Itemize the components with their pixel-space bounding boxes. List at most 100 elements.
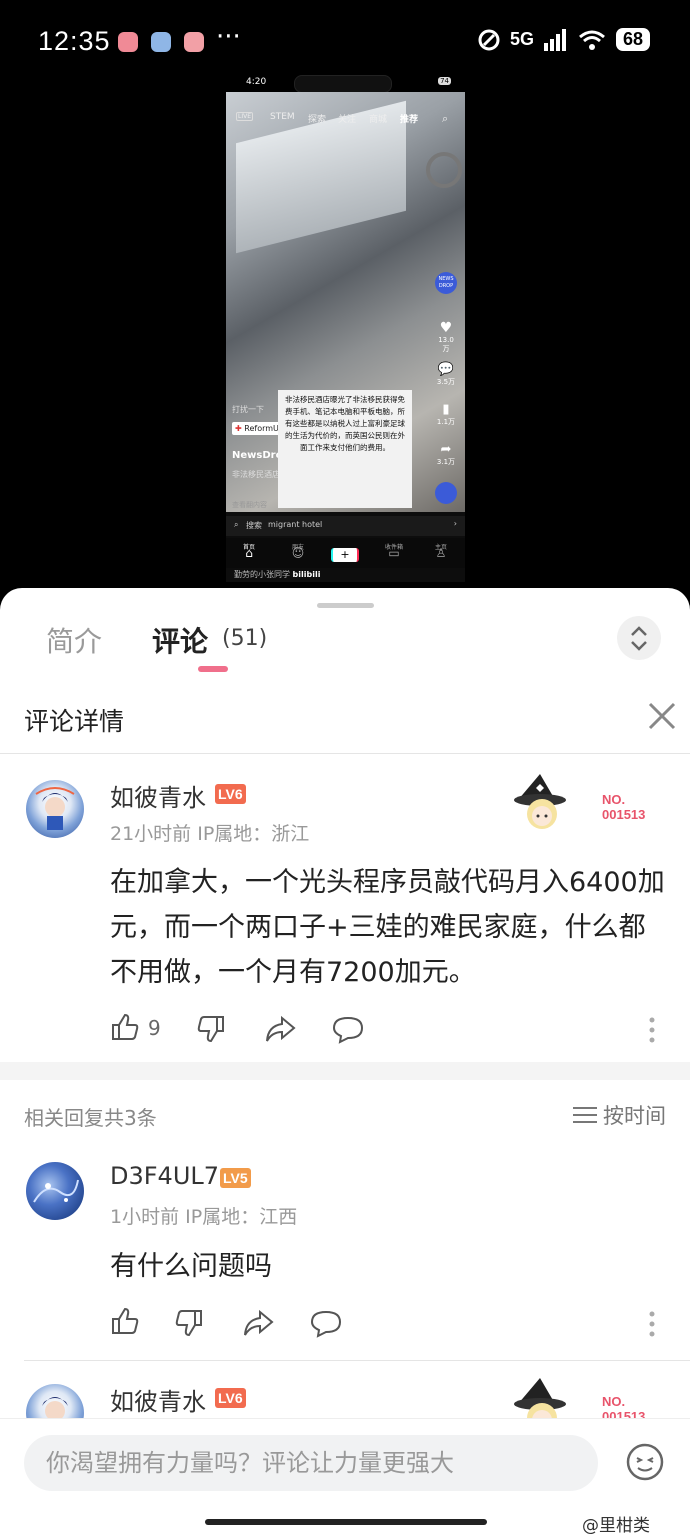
app-notification-icon: [118, 32, 138, 52]
subtitle-overlay: 非法移民酒店曝光了非法移民获得免费手机、笔记本电脑和平板电脑，所有这些都是以纳税…: [278, 390, 412, 508]
active-tab-indicator: [198, 666, 228, 672]
video-like[interactable]: ♥ 13.0万: [435, 320, 457, 354]
video-tab[interactable]: 探索: [308, 112, 326, 125]
reply-icon[interactable]: [332, 1014, 364, 1044]
video-tab[interactable]: 商城: [369, 112, 387, 125]
app-notification-icon: [151, 32, 171, 52]
news-drop-avatar[interactable]: NEWS DROP: [435, 272, 457, 294]
reply-text: 有什么问题吗: [110, 1251, 272, 1282]
tab-comments[interactable]: 评论: [152, 620, 208, 660]
search-icon: ⌕: [234, 520, 239, 529]
app-notification-icon: [184, 32, 204, 52]
tab-intro[interactable]: 简介: [46, 620, 102, 660]
fan-badge-number: NO. 001513: [602, 792, 646, 822]
dislike-icon[interactable]: [196, 1014, 226, 1044]
video-tab[interactable]: 关注: [338, 112, 356, 125]
video-comment[interactable]: 💬 3.5万: [435, 362, 457, 387]
reply-username[interactable]: D3F4UL7: [110, 1162, 219, 1190]
chevron-right-icon: ›: [453, 519, 457, 528]
ceiling-lamp-image: [426, 152, 462, 188]
divider: [24, 1360, 690, 1361]
video-tab[interactable]: STEM: [270, 112, 295, 122]
like-icon[interactable]: [110, 1012, 140, 1042]
video-search-bar[interactable]: ⌕ 搜索 migrant hotel ›: [226, 516, 465, 536]
video-search-icon[interactable]: ⌕: [442, 112, 448, 126]
comment-username[interactable]: 如彼青水: [110, 778, 206, 813]
friends-icon: ☺: [291, 546, 305, 560]
anime-avatar-image: [33, 1179, 79, 1203]
expand-collapse-icon: [631, 626, 647, 651]
heart-icon: ♥: [439, 320, 453, 336]
comment-input[interactable]: 你渴望拥有力量吗？评论让力量更强大: [24, 1435, 598, 1491]
video-caption: 勤劳的小张同学 bilibili: [234, 570, 321, 579]
profile-icon: ♙: [435, 546, 447, 560]
dislike-icon[interactable]: [174, 1308, 204, 1338]
video-more[interactable]: 查看翻内容: [232, 500, 267, 510]
dynamic-island: [294, 75, 392, 93]
expand-toggle-button[interactable]: [617, 616, 661, 660]
close-icon[interactable]: [646, 700, 678, 732]
detail-title: 评论详情: [24, 707, 125, 736]
share-icon: ➦: [440, 442, 452, 457]
music-disc-icon[interactable]: [435, 482, 457, 504]
bilibili-logo: bilibili: [292, 570, 321, 579]
video-tab-active[interactable]: 推荐: [400, 112, 418, 125]
like-icon[interactable]: [110, 1306, 140, 1336]
weibo-watermark: @里柑类: [582, 1516, 650, 1536]
nav-friends[interactable]: ☺ 朋友: [283, 542, 313, 560]
replies-count: 相关回复共3条: [24, 1106, 157, 1130]
video-bottom-nav: ⌂ 首页 ☺ 朋友 + ▭ 收件箱 ♙ 主页: [226, 538, 465, 568]
nav-inbox[interactable]: ▭ 收件箱: [379, 542, 409, 560]
network-type: 5G: [509, 29, 534, 49]
drag-handle[interactable]: [317, 603, 374, 608]
video-player[interactable]: 4:20 74 LIVE STEM 探索 关注 商城 推荐 ⌕ NEWS DRO…: [226, 72, 465, 582]
bookmark-icon: ▮: [442, 402, 450, 417]
share-icon[interactable]: [264, 1014, 296, 1044]
video-share[interactable]: ➦ 3.1万: [435, 442, 457, 467]
comment-input-bar: 你渴望拥有力量吗？评论让力量更强大 @里柑类: [0, 1418, 690, 1536]
comment-panel: 简介 评论 (51) 评论详情 如彼青水 LV6 21小时前 IP属地：浙江 N…: [0, 588, 690, 1536]
live-icon[interactable]: LIVE: [236, 112, 254, 121]
nav-home[interactable]: ⌂ 首页: [234, 542, 264, 560]
emoji-icon[interactable]: [626, 1443, 664, 1481]
nav-profile[interactable]: ♙ 主页: [426, 542, 456, 560]
divider: [0, 753, 690, 754]
home-icon: ⌂: [245, 546, 253, 560]
avatar[interactable]: [26, 780, 84, 838]
video-battery: 74: [438, 77, 451, 85]
sort-by-time-button[interactable]: 按时间: [573, 1100, 666, 1130]
battery-icon: 68: [615, 28, 650, 51]
comment-meta: 21小时前 IP属地：浙江: [110, 823, 310, 845]
plus-icon: +: [331, 548, 359, 562]
flag-icon: ✚: [235, 424, 242, 433]
signal-icon: [543, 28, 566, 51]
like-count: 9: [148, 1016, 161, 1040]
section-gap: [0, 1062, 690, 1080]
more-options-icon[interactable]: [646, 1310, 658, 1338]
reply-username[interactable]: 如彼青水: [110, 1382, 206, 1417]
level-badge: LV6: [215, 784, 246, 804]
video-clock: 4:20: [246, 77, 267, 87]
clock: 12:35: [38, 26, 111, 56]
comment-count: (51): [222, 626, 268, 651]
nfc-icon: [478, 29, 500, 50]
level-badge: LV6: [215, 1388, 246, 1408]
comment-icon: 💬: [437, 362, 455, 377]
video-status-bar: 4:20 74: [226, 72, 465, 93]
wifi-icon: [579, 30, 605, 50]
reply-icon[interactable]: [310, 1308, 342, 1338]
comment-text: 在加拿大，一个光头程序员敲代码月入6400加元，而一个两口子+三娃的难民家庭，什…: [110, 867, 665, 988]
level-badge: LV5: [220, 1168, 251, 1188]
home-indicator[interactable]: [205, 1519, 487, 1525]
avatar[interactable]: [26, 1162, 84, 1220]
reply-meta: 1小时前 IP属地：江西: [110, 1206, 298, 1228]
video-label: 打扰一下: [232, 405, 264, 414]
video-save[interactable]: ▮ 1.1万: [435, 402, 457, 427]
more-notifications-icon: ···: [216, 22, 241, 52]
share-icon[interactable]: [242, 1308, 274, 1338]
anime-avatar-image: [35, 787, 75, 830]
sort-icon: [573, 1107, 597, 1123]
more-options-icon[interactable]: [646, 1016, 658, 1044]
fan-badge-mascot-icon: [514, 774, 566, 829]
video-top-tabs: LIVE STEM 探索 关注 商城 推荐 ⌕: [226, 102, 465, 132]
